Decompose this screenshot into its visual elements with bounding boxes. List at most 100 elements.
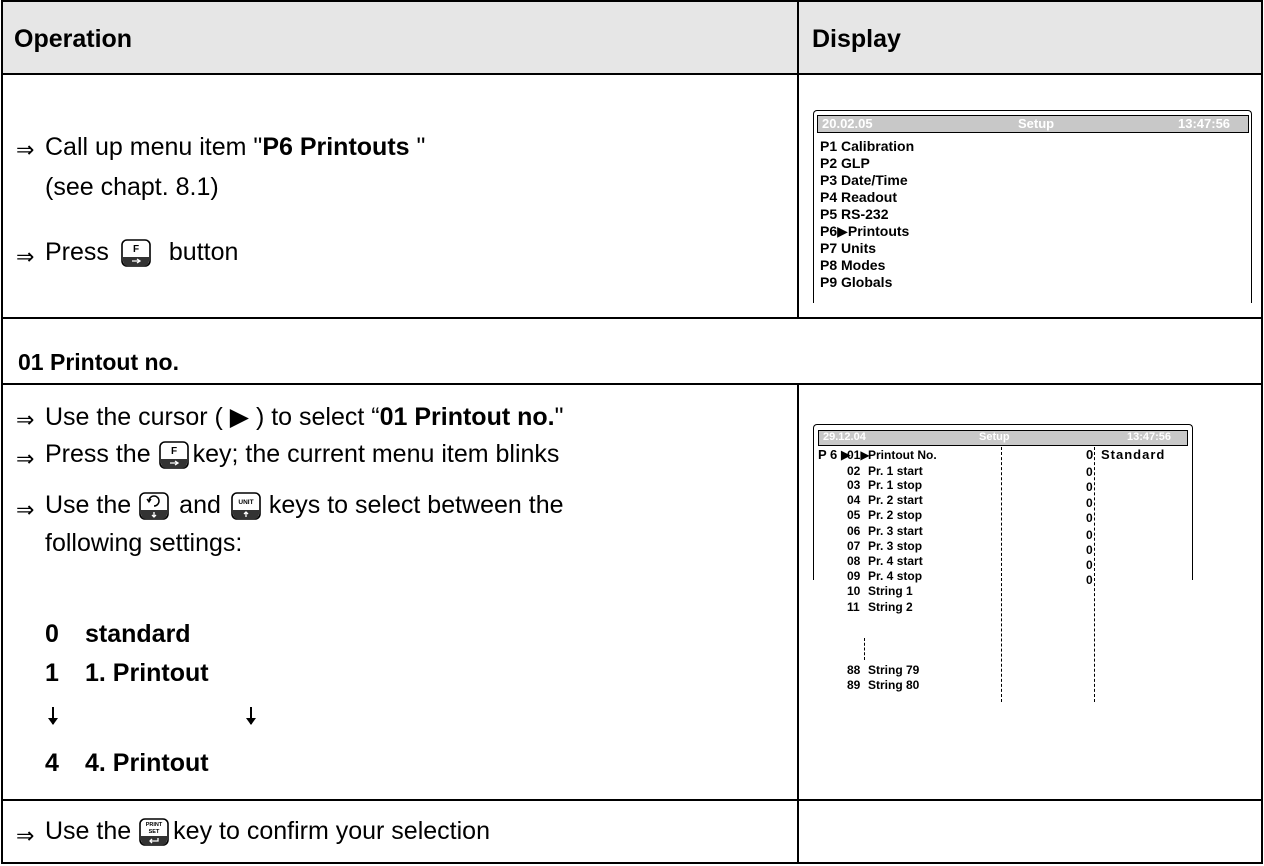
lcd-label: String 1: [868, 584, 913, 598]
lcd-label: Pr. 3 start: [868, 524, 923, 538]
lcd-value: 0: [1086, 511, 1093, 525]
ellipsis-dashes: [864, 638, 865, 660]
lcd-label: Pr. 2 start: [868, 493, 923, 507]
svg-text:PRINT: PRINT: [146, 822, 163, 828]
lcd-label: Pr. 4 start: [868, 554, 923, 568]
step-text-end: key; the current menu item blinks: [192, 440, 560, 468]
bullet-arrow-icon: ⇒: [16, 823, 35, 848]
lcd-value: 0: [1086, 465, 1093, 479]
step-text-end: button: [168, 238, 239, 266]
lcd-label: Pr. 1 start: [868, 464, 923, 478]
lcd-status-bar: 20.02.05 Setup 13:47:56: [817, 115, 1249, 133]
step-confirm: Use the PRINT SET key to confirm your se…: [45, 817, 490, 846]
bullet-arrow-icon: ⇒: [16, 407, 35, 432]
lcd-code: 08: [847, 554, 861, 568]
lcd-label: Pr. 1 stop: [868, 478, 923, 492]
option-number: 1: [45, 659, 59, 687]
lcd-time: 13:47:56: [1127, 431, 1172, 443]
menu-line: P2 GLP: [820, 155, 870, 171]
step-text-end: key to confirm your selection: [173, 817, 490, 845]
column-separator: [1001, 447, 1002, 702]
menu-item-name: 01 Printout no.: [379, 403, 555, 431]
lcd-code: 06: [847, 524, 861, 538]
lcd-label: String 79: [868, 663, 920, 677]
table-top-border: [1, 0, 1263, 2]
step-text: Use the: [45, 817, 132, 845]
header-band: [3, 2, 1261, 74]
lcd-title: Setup: [979, 431, 1010, 443]
f-key-icon: F: [158, 440, 189, 469]
section-divider: [1, 383, 1263, 385]
option-label: 1. Printout: [85, 659, 209, 687]
option-label: 4. Printout: [85, 749, 209, 777]
svg-text:F: F: [171, 446, 177, 457]
column-divider-bottom: [797, 383, 799, 864]
option-number: 4: [45, 749, 59, 777]
step-text-mid: and: [179, 491, 221, 519]
svg-text:F: F: [133, 244, 139, 255]
lcd-value: 0: [1086, 558, 1093, 572]
f-key-icon: F: [121, 238, 151, 267]
lcd-code: 02: [847, 464, 861, 478]
step-select-settings: Use the and UNIT keys to select between …: [45, 491, 564, 520]
lcd-status-bar: 29.12.04 Setup 13:47:56: [818, 430, 1188, 446]
menu-line: P8 Modes: [820, 257, 886, 273]
lcd-label: String 80: [868, 678, 920, 692]
option-printout-1: 1 1. Printout: [45, 659, 209, 688]
menu-line: P5 RS-232: [820, 206, 889, 222]
unit-key-icon: UNIT: [231, 491, 261, 520]
menu-line: P7 Units: [820, 240, 877, 256]
lcd-code: 09: [847, 569, 861, 583]
menu-line: P9 Globals: [820, 274, 893, 290]
menu-line: P3 Date/Time: [820, 172, 908, 188]
lcd-value: 0: [1086, 573, 1093, 587]
bullet-arrow-icon: ⇒: [16, 497, 35, 522]
section-title: 01 Printout no.: [18, 349, 179, 375]
lcd-label: Pr. 4 stop: [868, 569, 923, 583]
step-select-settings-cont: following settings:: [45, 529, 243, 557]
lcd-code: 10: [847, 584, 861, 598]
step-chapter-ref: (see chapt. 8.1): [45, 173, 219, 201]
bullet-arrow-icon: ⇒: [16, 446, 35, 471]
lcd-title: Setup: [1018, 116, 1055, 131]
down-arrow-icon: [48, 707, 58, 725]
tare-key-icon: [139, 491, 169, 520]
lcd-code: 88: [847, 663, 861, 677]
step-text: Press: [45, 238, 109, 266]
lcd-date: 29.12.04: [823, 431, 866, 443]
svg-text:UNIT: UNIT: [238, 499, 253, 506]
lcd-extra: Standard: [1101, 447, 1166, 462]
header-display: Display: [812, 25, 901, 53]
lcd-value: 0: [1086, 480, 1093, 494]
lcd-code: 89: [847, 678, 861, 692]
step-press-f: Press F button: [45, 238, 238, 267]
down-arrow-icon: [246, 707, 256, 725]
svg-text:SET: SET: [149, 829, 160, 835]
step-text: Use the: [45, 491, 132, 519]
menu-line: P1 Calibration: [820, 138, 915, 154]
step-text-end: keys to select between the: [268, 491, 564, 519]
bullet-arrow-icon: ⇒: [16, 244, 35, 269]
row2-divider: [1, 799, 1263, 801]
print-set-key-icon: PRINT SET: [139, 817, 169, 846]
lcd-time: 13:47:56: [1178, 116, 1231, 131]
step-select-cursor: Use the cursor ( ▶ ) to select “01 Print…: [45, 402, 563, 432]
lcd-label: Pr. 2 stop: [868, 508, 923, 522]
lcd-value: 0: [1086, 543, 1093, 557]
step-text-end: ": [409, 133, 426, 161]
column-separator: [1094, 447, 1095, 702]
step-text: Press the: [45, 440, 151, 468]
step-text: Call up menu item ": [45, 133, 263, 161]
menu-item-name: P6 Printouts: [262, 133, 410, 161]
lcd-code: 05: [847, 508, 861, 522]
lcd-code: 07: [847, 539, 861, 553]
lcd-value: 0: [1086, 528, 1093, 542]
lcd-code: 11: [847, 600, 860, 614]
option-standard: 0 standard: [45, 620, 191, 649]
option-printout-4: 4 4. Printout: [45, 749, 209, 778]
lcd-label: String 2: [868, 600, 913, 614]
header-operation: Operation: [14, 25, 133, 53]
lcd-date: 20.02.05: [822, 116, 873, 131]
option-number: 0: [45, 620, 59, 648]
header-divider: [1, 73, 1263, 75]
